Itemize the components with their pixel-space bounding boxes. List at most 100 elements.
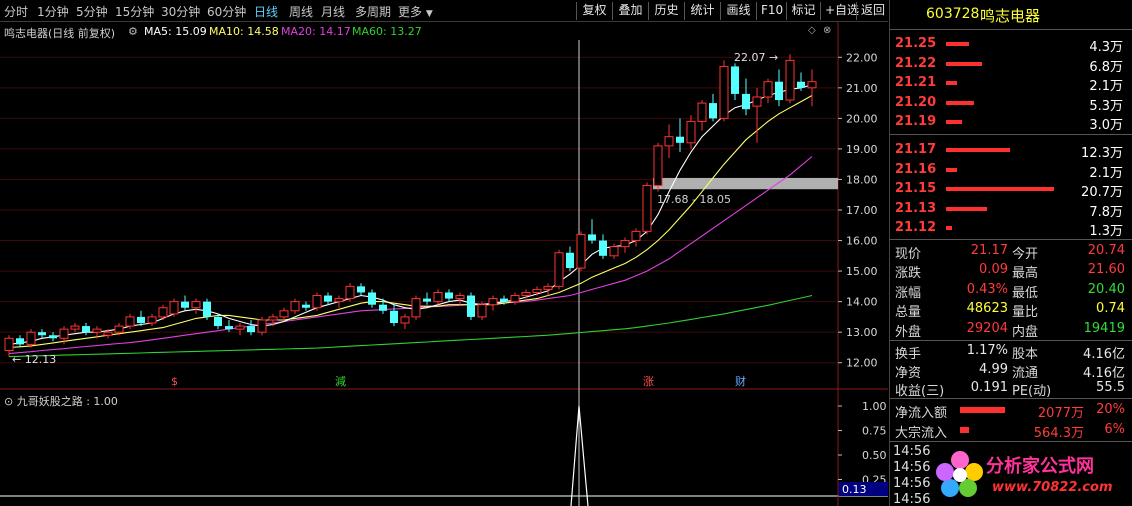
candle-body [16,338,24,345]
low-annotation: ← 12.13 [12,353,56,366]
candle-body [599,240,607,256]
stat-value: 4.16亿 [1083,347,1125,362]
ask-row[interactable]: 21.22 6.8万 [890,55,1132,75]
candle-body [92,328,102,333]
chart-area[interactable]: 22.00 21.00 20.00 19.00 18.00 17.00 16.00 15.00… [0,22,888,506]
candle-body [620,240,630,248]
candle-body [169,301,179,315]
period-tab-weekly[interactable]: 周线 [289,3,313,20]
stat-label: 流通 [1012,365,1039,381]
ma10-legend: MA10: 14.58 [209,25,279,38]
candle-body [70,325,80,330]
bid-volume-bar [946,148,1010,152]
bid-row[interactable]: 21.12 1.3万 [890,219,1132,239]
candle-body [709,103,717,119]
candle-body [114,325,124,333]
candle-body [368,292,376,305]
ask-volume: 2.1万 [1089,79,1123,94]
period-tab-daily[interactable]: 日线 [254,3,278,20]
period-tab-5min[interactable]: 5分钟 [76,3,108,20]
y-tick-label: 13.00 [846,326,878,339]
high-annotation: 22.07 → [734,51,778,64]
toolbar-mark-button[interactable]: 标记 [786,2,820,20]
toolbar-history-button[interactable]: 历史 [648,2,684,20]
candle-body [290,301,300,312]
bid-volume-bar [946,226,952,230]
ask-row[interactable]: 21.21 2.1万 [890,74,1132,94]
ma5-legend: MA5: 15.09 [144,25,207,38]
candle-body [257,319,267,333]
quote-value: 0.43% [966,281,1008,297]
stat-value: 4.99 [979,361,1008,377]
period-tab-15min[interactable]: 15分钟 [115,3,154,20]
candle-body [566,252,574,269]
bid-volume: 2.1万 [1089,165,1123,181]
bid-volume-bar [946,167,957,172]
candle-body [268,316,278,321]
toolbar-f10-button[interactable]: F10 [756,2,786,20]
indicator-toggle-icon[interactable]: ⊙ [4,395,13,408]
event-marker: 涨 [643,375,654,388]
bid-price: 21.15 [895,181,937,196]
stat-label: 收益(三) [895,384,945,399]
period-tab-multi[interactable]: 多周期 [355,3,391,20]
bid-row[interactable]: 21.13 7.8万 [890,200,1132,220]
toolbar-draw-button[interactable]: 画线 [720,2,756,20]
candle-body [181,301,189,308]
collapse-icon[interactable]: ⊗ [823,25,831,36]
period-tab-fenshi[interactable]: 分时 [4,3,28,20]
quote-label: 最高 [1012,266,1039,282]
ask-row[interactable]: 21.20 5.3万 [890,94,1132,114]
candle-body [225,326,233,330]
toolbar-add-favorite-button[interactable]: +自选 [820,2,859,20]
kline-chart[interactable]: 22.00 21.00 20.00 19.00 18.00 17.00 16.00 15.00… [0,22,888,506]
candle-body [400,316,410,324]
candle-body [423,298,431,302]
period-tab-more[interactable]: 更多 ▼ [398,3,433,20]
bid-row[interactable]: 21.17 12.3万 [890,141,1132,161]
indicator-label[interactable]: ⊙ 九哥妖股之路 : 1.00 [4,393,118,409]
candle-body [357,286,365,293]
candle-body [312,295,322,309]
bid-row[interactable]: 21.15 20.7万 [890,180,1132,200]
ask-row[interactable]: 21.25 4.3万 [890,35,1132,55]
indicator-tick-label: 1.00 [862,400,887,413]
y-tick-label: 19.00 [846,143,878,156]
toolbar-overlay-button[interactable]: 叠加 [612,2,648,20]
stat-value: 4.16亿 [1083,365,1125,381]
quote-label: 今开 [1012,247,1039,262]
ask-price: 21.25 [895,36,937,51]
y-tick-label: 17.00 [846,204,878,217]
diamond-icon[interactable]: ◇ [808,25,816,36]
candle-body [455,295,465,300]
y-tick-label: 16.00 [846,235,878,248]
quote-label: 涨幅 [895,285,922,301]
ma60-legend: MA60: 13.27 [352,25,422,38]
stat-value: 1.17% [966,343,1008,358]
quote-value: 0.74 [1096,301,1125,317]
candle-body [247,326,255,333]
period-tab-1min[interactable]: 1分钟 [37,3,69,20]
toolbar-stats-button[interactable]: 统计 [684,2,720,20]
quote-label: 最低 [1012,285,1039,301]
bid-row[interactable]: 21.16 2.1万 [890,161,1132,181]
quote-value: 29204 [966,320,1008,336]
quote-value: 21.60 [1087,262,1125,278]
ask-volume-bar [946,42,969,46]
candle-body [697,102,707,122]
candle-body [664,136,674,147]
period-tab-monthly[interactable]: 月线 [321,3,345,20]
y-tick-label: 12.00 [846,357,878,370]
quote-label: 量比 [1012,305,1039,321]
ask-row[interactable]: 21.19 3.0万 [890,113,1132,133]
tick-time: 14:56 [893,476,931,491]
watermark-logo: 分析家公式网 www.70822.com [930,446,1130,504]
candle-body [676,136,684,143]
quote-label: 外盘 [895,324,922,340]
y-tick-label: 20.00 [846,112,878,125]
period-tab-60min[interactable]: 60分钟 [207,3,246,20]
settings-gear-icon[interactable]: ⚙ [128,25,138,38]
toolbar-back-button[interactable]: 返回 [856,2,888,20]
toolbar-fuquan-button[interactable]: 复权 [576,2,612,20]
period-tab-30min[interactable]: 30分钟 [161,3,200,20]
